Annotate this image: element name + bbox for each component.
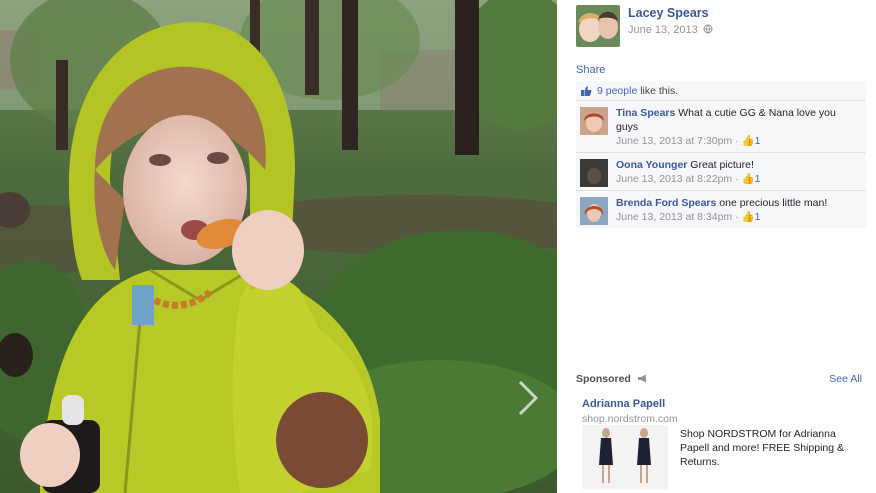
photo-stage[interactable] — [0, 0, 557, 493]
sponsored-label: Sponsored — [576, 373, 631, 385]
comment-like-count[interactable]: 1 — [755, 211, 761, 223]
comment-like-icon[interactable]: 👍 — [742, 173, 755, 185]
comment-text: Great picture! — [687, 159, 754, 171]
poster-name[interactable]: Lacey Spears — [628, 6, 709, 20]
comment-item: Oona Younger Great picture! June 13, 201… — [576, 153, 866, 191]
comment-item: Tina Spears What a cutie GG & Nana love … — [576, 101, 866, 153]
comments-box: 9 people like this. Tina Spears What a c… — [576, 81, 866, 228]
comment-item: Brenda Ford Spears one precious little m… — [576, 191, 866, 228]
ad-url[interactable]: shop.nordstrom.com — [582, 413, 862, 425]
share-link[interactable]: Share — [576, 64, 605, 76]
megaphone-icon — [637, 374, 646, 383]
comment-time[interactable]: June 13, 2013 at 8:22pm · — [616, 173, 742, 185]
next-arrow-icon — [518, 380, 539, 416]
ad-image[interactable] — [582, 425, 668, 489]
likes-suffix: like this. — [637, 84, 679, 97]
comment-text: one precious little man! — [716, 197, 828, 209]
comment-author[interactable]: Tina Spears — [616, 107, 675, 119]
see-all-link[interactable]: See All — [829, 373, 862, 385]
next-photo-button[interactable] — [512, 378, 542, 418]
commenter-avatar[interactable] — [580, 107, 608, 135]
poster-avatar[interactable] — [576, 5, 620, 47]
comment-author[interactable]: Oona Younger — [616, 159, 687, 171]
photo-sidebar: Lacey Spears June 13, 2013 Share 9 peopl… — [557, 0, 876, 493]
post-date[interactable]: June 13, 2013 — [628, 24, 698, 36]
globe-icon — [703, 24, 713, 34]
commenter-avatar[interactable] — [580, 159, 608, 187]
ad-description: Shop NORDSTROM for Adrianna Papell and m… — [680, 428, 845, 468]
comment-time[interactable]: June 13, 2013 at 7:30pm · — [616, 135, 742, 147]
comment-like-icon[interactable]: 👍 — [742, 135, 755, 147]
ad-title[interactable]: Adrianna Papell — [582, 398, 862, 410]
sponsored-section: Sponsored See All Adrianna Papell shop.n… — [576, 373, 862, 489]
comment-author[interactable]: Brenda Ford Spears — [616, 197, 716, 209]
comment-like-count[interactable]: 1 — [755, 173, 761, 185]
post-timestamp[interactable]: June 13, 2013 — [628, 24, 713, 36]
likes-count-link[interactable]: 9 people — [597, 85, 637, 97]
comment-like-icon[interactable]: 👍 — [742, 211, 755, 223]
likes-summary: 9 people like this. — [576, 81, 866, 101]
sponsored-heading: Sponsored — [576, 373, 648, 385]
comment-like-count[interactable]: 1 — [755, 135, 761, 147]
comment-time[interactable]: June 13, 2013 at 8:34pm · — [616, 211, 742, 223]
like-thumb-icon — [581, 85, 592, 96]
photo-image — [0, 0, 557, 493]
commenter-avatar[interactable] — [580, 197, 608, 225]
